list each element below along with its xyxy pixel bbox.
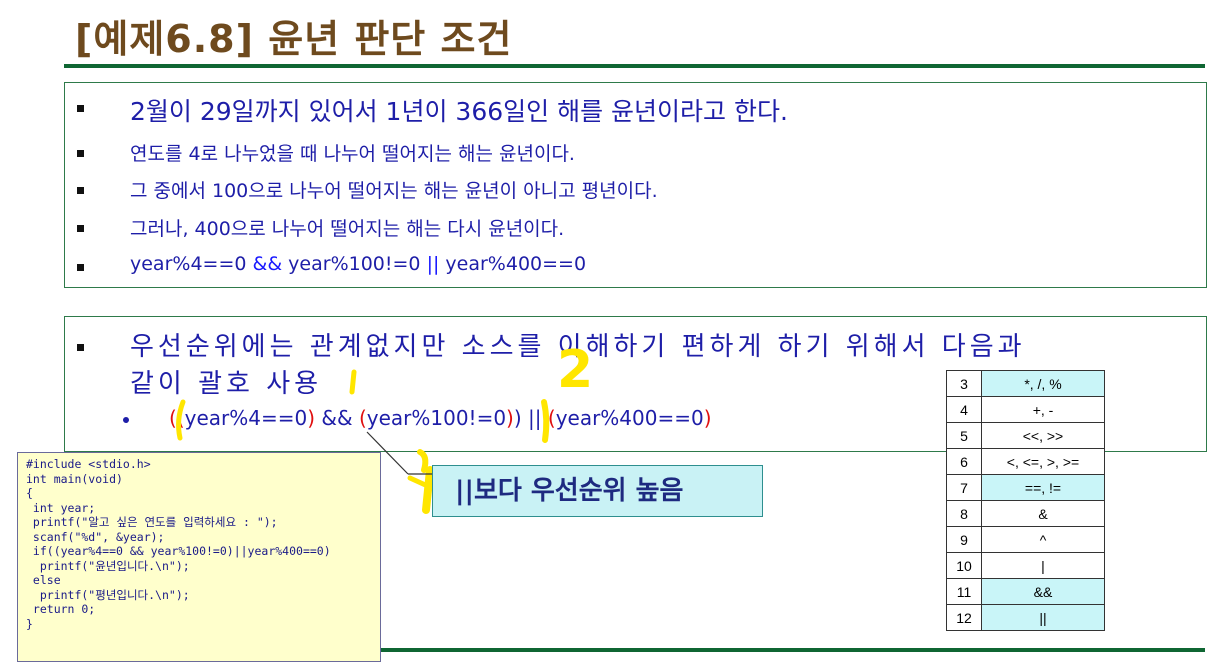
precedence-row: 12 ||	[946, 604, 1105, 631]
precedence-operators: ^	[981, 526, 1105, 553]
precedence-operators: &	[981, 500, 1105, 527]
precedence-operators: *, /, %	[981, 370, 1105, 397]
code-listing: #include <stdio.h> int main(void){ int ye…	[17, 452, 381, 662]
precedence-level: 8	[946, 500, 982, 527]
code-line: printf("알고 싶은 연도를 입력하세요 : ");	[26, 515, 278, 529]
code-line: int year;	[26, 500, 96, 515]
code-line: return 0;	[26, 602, 96, 616]
precedence-operators: +, -	[981, 396, 1105, 423]
code-line: #include <stdio.h>	[26, 457, 151, 471]
precedence-row: 9 ^	[946, 526, 1105, 553]
bottom-divider	[381, 648, 1205, 652]
code-line: if((year%4==0 && year%100!=0)||year%400=…	[26, 544, 331, 558]
precedence-level: 5	[946, 422, 982, 449]
precedence-row: 4 +, -	[946, 396, 1105, 423]
precedence-level: 7	[946, 474, 982, 501]
precedence-row: 6 <, <=, >, >=	[946, 448, 1105, 475]
precedence-row: 10 |	[946, 552, 1105, 579]
precedence-callout: ||보다 우선순위 높음	[432, 465, 763, 517]
precedence-row: 7 ==, !=	[946, 474, 1105, 501]
code-line: printf("평년입니다.\n");	[26, 587, 190, 602]
code-line: {	[26, 486, 33, 500]
code-line: }	[26, 616, 33, 631]
precedence-row: 11 &&	[946, 578, 1105, 605]
operator-precedence-table: 3 *, /, % 4 +, - 5 <<, >> 6 <, <=, >, >= 7 ==…	[946, 370, 1105, 631]
precedence-operators: ||	[981, 604, 1105, 631]
handwritten-number-2: 2	[557, 340, 594, 400]
precedence-operators: <, <=, >, >=	[981, 448, 1105, 475]
precedence-row: 8 &	[946, 500, 1105, 527]
precedence-level: 4	[946, 396, 982, 423]
precedence-level: 10	[946, 552, 982, 579]
precedence-row: 5 <<, >>	[946, 422, 1105, 449]
code-line: int main(void)	[26, 471, 123, 486]
precedence-level: 11	[946, 578, 982, 605]
precedence-level: 6	[946, 448, 982, 475]
precedence-level: 3	[946, 370, 982, 397]
code-line: else	[26, 573, 61, 587]
precedence-operators: |	[981, 552, 1105, 579]
precedence-level: 12	[946, 604, 982, 631]
code-line: printf("윤년입니다.\n");	[26, 558, 190, 573]
precedence-operators: ==, !=	[981, 474, 1105, 501]
code-line: scanf("%d", &year);	[26, 529, 165, 544]
precedence-row: 3 *, /, %	[946, 370, 1105, 397]
precedence-level: 9	[946, 526, 982, 553]
precedence-operators: &&	[981, 578, 1105, 605]
precedence-operators: <<, >>	[981, 422, 1105, 449]
